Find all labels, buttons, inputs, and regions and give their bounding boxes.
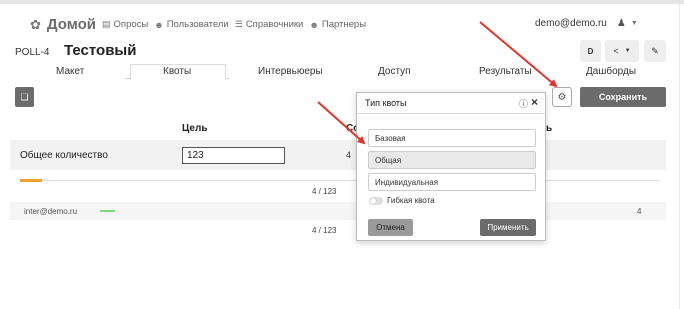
tab-dashboards[interactable]: Дашборды — [586, 66, 636, 77]
copy-button[interactable]: ❏ — [15, 87, 34, 107]
table-row — [10, 140, 666, 170]
gear-icon: ⚙ — [557, 91, 567, 103]
quota-option-basic[interactable]: Базовая — [368, 129, 536, 147]
users-icon: ☻ — [154, 19, 164, 30]
navbar: ✿ Домой ▤ Опросы ☻ Пользователи ☰ Справо… — [0, 12, 684, 40]
interviewer-progress — [100, 210, 115, 212]
share-button[interactable]: < ▼ — [605, 40, 639, 62]
count-label: 4 / 123 — [312, 226, 337, 235]
nav-link-label: Партнеры — [321, 19, 367, 30]
nav-link-label: Пользователи — [166, 19, 229, 30]
popup-header: Тип квоты ⓘ × — [357, 93, 545, 114]
user-menu[interactable]: demo@demo.ru ♟ ▼ — [535, 18, 638, 29]
nav-left: ✿ Домой ▤ Опросы ☻ Пользователи ☰ Справо… — [30, 16, 372, 33]
poll-title: Тестовый — [64, 42, 137, 59]
nav-link-label: Справочники — [245, 19, 304, 30]
chevron-down-icon: ▼ — [624, 48, 631, 54]
nav-link-partners[interactable]: ☻ Партнеры — [309, 19, 366, 30]
column-header-extra: ь — [546, 123, 553, 134]
copy-icon: ❏ — [20, 91, 29, 102]
flexible-quota-toggle[interactable] — [369, 197, 383, 205]
tab-layout[interactable]: Макет — [56, 66, 84, 77]
chevron-down-icon: ▼ — [630, 20, 638, 27]
poll-id: POLL-4 — [15, 47, 50, 58]
right-border — [679, 4, 680, 309]
quota-settings-button[interactable]: ⚙ — [552, 87, 572, 107]
row-count: 4 — [346, 150, 352, 160]
nav-link-label: Опросы — [113, 19, 149, 30]
users-icon: ☻ — [309, 19, 319, 30]
goal-input[interactable] — [182, 147, 285, 164]
progress-fill — [20, 179, 42, 182]
tab-quotas[interactable]: Квоты — [163, 66, 191, 77]
list-icon: ☰ — [234, 19, 243, 29]
quota-option-individual[interactable]: Индивидуальная — [368, 173, 536, 191]
user-email: demo@demo.ru — [535, 18, 607, 29]
tabs: Макет Квоты Интервьюеры Доступ Результат… — [0, 64, 684, 82]
nav-link-dictionaries[interactable]: ☰ Справочники — [235, 19, 304, 30]
nav-link-users[interactable]: ☻ Пользователи — [154, 19, 229, 30]
tab-results[interactable]: Результаты — [479, 66, 532, 77]
home-icon: ✿ — [30, 17, 41, 32]
top-border — [0, 0, 684, 4]
column-header-goal: Цель — [182, 123, 208, 134]
d-button[interactable]: D — [580, 40, 601, 62]
share-icon: < — [613, 46, 619, 56]
progress-track — [20, 180, 660, 181]
quota-type-popup: Тип квоты ⓘ × Базовая Общая Индивидуальн… — [356, 92, 546, 241]
popup-title: Тип квоты — [365, 98, 407, 108]
clipboard-icon: ▤ — [102, 19, 111, 29]
apply-button[interactable]: Применить — [480, 219, 536, 236]
toggle-label: Гибкая квота — [387, 196, 435, 205]
tab-access[interactable]: Доступ — [378, 66, 411, 77]
nav-home-link[interactable]: ✿ Домой — [30, 16, 102, 33]
save-button[interactable]: Сохранить — [580, 87, 666, 107]
cancel-button[interactable]: Отмена — [368, 219, 413, 236]
count-label: 4 / 123 — [312, 187, 337, 196]
row-label: Общее количество — [20, 150, 108, 161]
quota-option-general[interactable]: Общая — [368, 151, 536, 169]
user-icon: ♟ — [616, 18, 626, 29]
nav-home-label: Домой — [46, 16, 97, 33]
tab-interviewers[interactable]: Интервьюеры — [258, 66, 323, 77]
pencil-icon: ✎ — [651, 45, 659, 56]
interviewer-email: inter@demo.ru — [24, 207, 78, 216]
nav-link-surveys[interactable]: ▤ Опросы — [102, 19, 148, 30]
info-icon[interactable]: ⓘ — [519, 97, 528, 110]
close-icon[interactable]: × — [531, 95, 538, 109]
edit-button[interactable]: ✎ — [644, 40, 666, 62]
interviewer-count: 4 — [637, 207, 642, 216]
